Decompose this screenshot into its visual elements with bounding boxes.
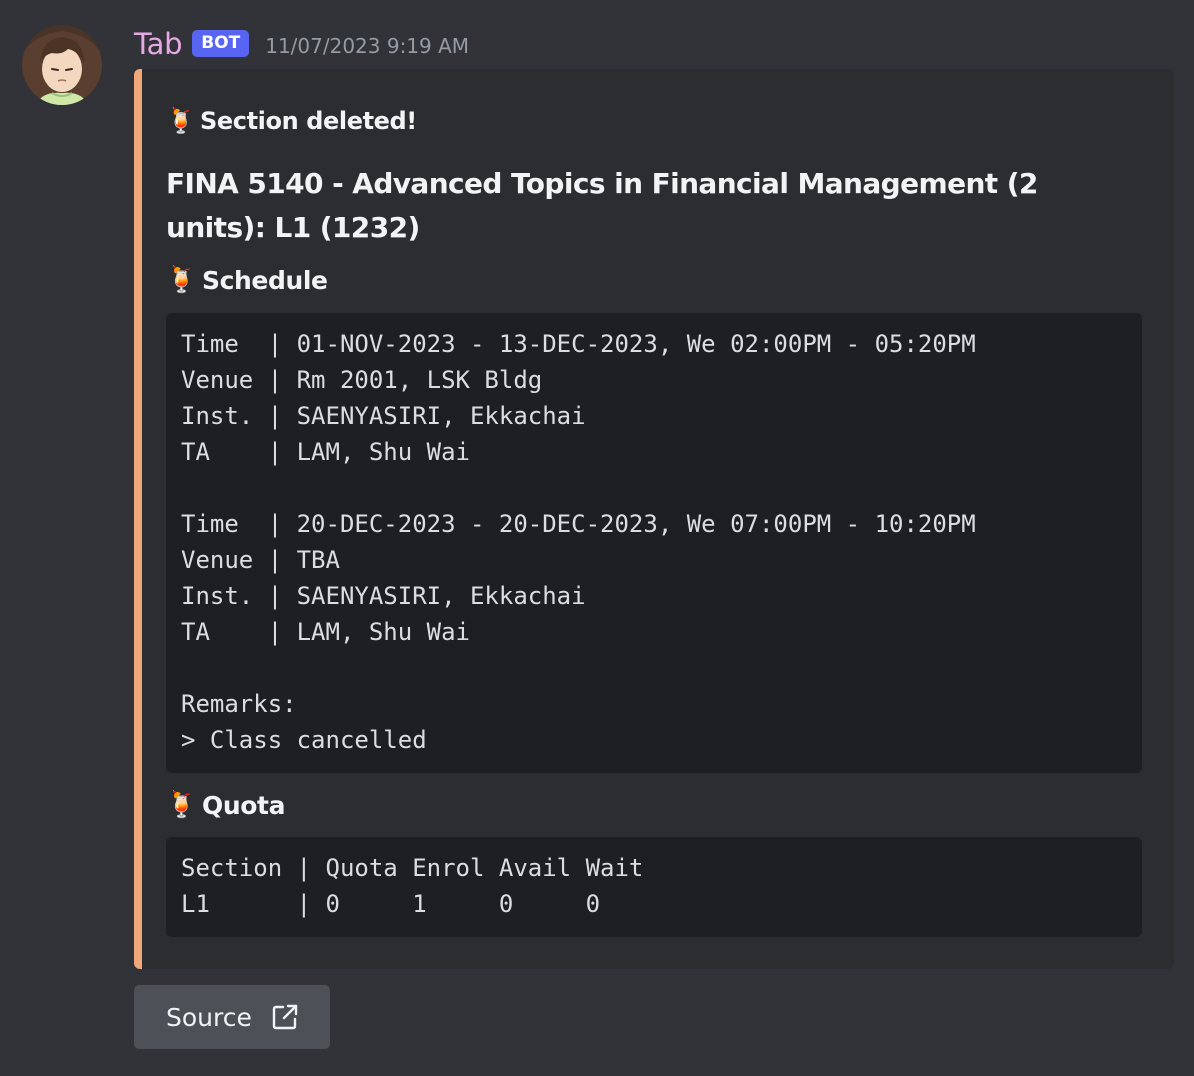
embed-author: 🍹 Section deleted!	[166, 107, 417, 135]
tropical-drink-icon: 🍹	[166, 107, 196, 135]
field-name-quota: 🍹 Quota	[166, 790, 285, 820]
message-header: Tab BOT 11/07/2023 9:19 AM	[134, 24, 469, 64]
tropical-drink-icon: 🍹	[166, 265, 198, 294]
username[interactable]: Tab	[134, 27, 183, 61]
field-title: Quota	[202, 790, 286, 820]
tropical-drink-icon: 🍹	[166, 790, 198, 819]
field-name-schedule: 🍹 Schedule	[166, 265, 328, 295]
avatar-image	[22, 25, 102, 105]
embed-card: 🍹 Section deleted! FINA 5140 - Advanced …	[134, 69, 1174, 969]
schedule-codeblock: Time | 01-NOV-2023 - 13-DEC-2023, We 02:…	[166, 313, 1142, 773]
embed-accent-bar	[134, 69, 142, 969]
source-button-label: Source	[166, 1002, 252, 1032]
field-title: Schedule	[202, 265, 328, 295]
embed-title: FINA 5140 - Advanced Topics in Financial…	[166, 167, 1038, 244]
quota-codeblock: Section | Quota Enrol Avail Wait L1 | 0 …	[166, 837, 1142, 937]
source-button[interactable]: Source	[134, 985, 330, 1049]
message-timestamp: 11/07/2023 9:19 AM	[265, 34, 470, 58]
user-avatar[interactable]	[22, 25, 102, 105]
embed-author-text: Section deleted!	[200, 107, 417, 135]
chat-message: Tab BOT 11/07/2023 9:19 AM 🍹 Section del…	[0, 0, 1194, 1076]
external-link-icon	[272, 1004, 298, 1030]
bot-badge: BOT	[192, 29, 250, 57]
